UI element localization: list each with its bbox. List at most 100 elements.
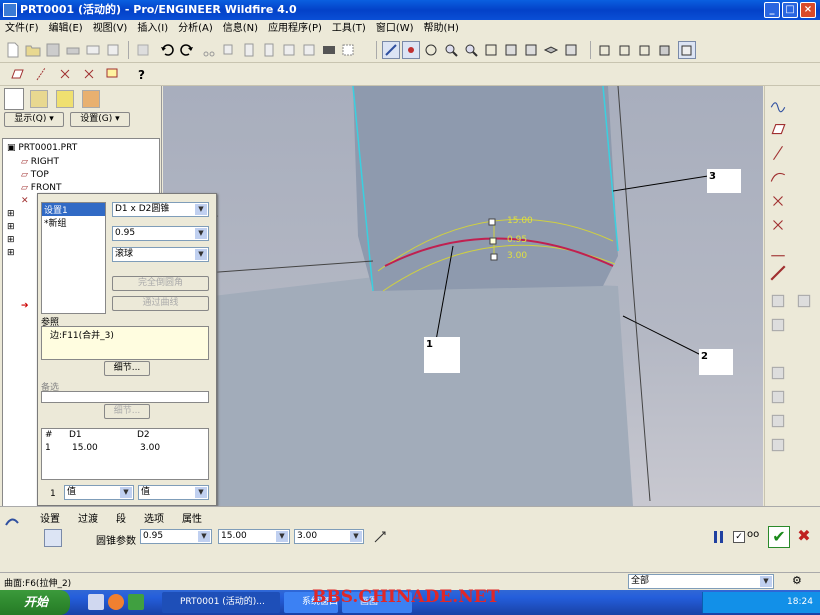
spin-center-icon[interactable] (402, 41, 420, 59)
datum-plane-icon[interactable] (769, 120, 789, 140)
zoom-in-icon[interactable] (442, 41, 460, 59)
point-display-icon[interactable] (56, 65, 74, 83)
transition-mode-icon[interactable] (68, 529, 86, 547)
insert-here-arrow-icon[interactable]: ➔ (21, 301, 29, 311)
menu-file[interactable]: 文件(F) (0, 20, 44, 37)
csys-create-icon[interactable] (769, 216, 789, 236)
analysis-icon[interactable] (769, 240, 789, 260)
menu-tools[interactable]: 工具(T) (327, 20, 371, 37)
graphics-viewport[interactable]: 15.00 0.95 3.00 1 2 3 (163, 86, 763, 506)
task-proe[interactable]: PRT0001 (活动的)... (162, 592, 280, 613)
help-icon[interactable]: ? (134, 65, 152, 83)
settings-dropdown[interactable]: 设置(G) ▾ (70, 112, 130, 127)
reorient-icon[interactable] (502, 41, 520, 59)
wireframe-icon[interactable] (596, 41, 614, 59)
orient-mode-icon[interactable] (422, 41, 440, 59)
paste-icon[interactable] (240, 41, 258, 59)
quicklaunch-icon[interactable] (128, 594, 144, 610)
dimension-d2[interactable]: 3.00 (507, 251, 527, 261)
connections-tab-icon[interactable] (82, 90, 100, 108)
save-icon[interactable] (44, 41, 62, 59)
accept-button[interactable]: ✔ (768, 526, 790, 548)
tree-expand-icon[interactable]: ⊞ (7, 248, 15, 258)
start-button[interactable]: 开始 (0, 590, 70, 615)
extrude-icon[interactable] (769, 264, 789, 284)
tree-item-top[interactable]: ▱ TOP (21, 170, 49, 180)
email-icon[interactable] (84, 41, 102, 59)
d1-select[interactable]: 15.00 (218, 529, 290, 544)
new-set-item[interactable]: *新组 (42, 216, 105, 229)
new-icon[interactable] (4, 41, 22, 59)
flip-direction-icon[interactable] (372, 529, 390, 547)
through-curve-button[interactable]: 通过曲线 (112, 296, 209, 311)
tree-root[interactable]: ▣ PRT0001.PRT (7, 143, 77, 153)
redo-icon[interactable] (178, 41, 196, 59)
tree-expand-icon[interactable]: ⊞ (7, 235, 15, 245)
tab-sets[interactable]: 设置 (40, 510, 60, 525)
search-icon[interactable] (320, 41, 338, 59)
menu-analysis[interactable]: 分析(A) (173, 20, 218, 37)
tab-transitions[interactable]: 过渡 (78, 510, 98, 525)
details-button[interactable]: 细节... (104, 361, 150, 376)
cancel-button[interactable]: ✖ (794, 526, 814, 548)
d2-select[interactable]: 3.00 (294, 529, 364, 544)
select-box-icon[interactable] (340, 41, 358, 59)
references-box[interactable]: 边:F11(合并_3) (41, 326, 209, 360)
datum-point-icon[interactable] (769, 192, 789, 212)
cut-icon[interactable] (200, 41, 218, 59)
tab-pieces[interactable]: 段 (116, 510, 126, 525)
close-button[interactable]: × (800, 2, 816, 18)
refit-icon[interactable] (482, 41, 500, 59)
menu-applications[interactable]: 应用程序(P) (263, 20, 327, 37)
menu-view[interactable]: 视图(V) (88, 20, 133, 37)
rho-value-select[interactable]: 0.95 (112, 226, 209, 241)
tab-properties[interactable]: 属性 (182, 510, 202, 525)
tree-item-right[interactable]: ▱ RIGHT (21, 157, 59, 167)
show-dropdown[interactable]: 显示(Q) ▾ (4, 112, 64, 127)
round-icon[interactable] (769, 364, 789, 384)
paste-special-icon[interactable] (260, 41, 278, 59)
hidden-line-icon[interactable] (616, 41, 634, 59)
axis-display-icon[interactable] (32, 65, 50, 83)
selection-filter-select[interactable]: 全部 (628, 574, 774, 589)
tree-expand-icon[interactable]: ⊞ (7, 209, 15, 219)
datum-curve-icon[interactable] (769, 168, 789, 188)
mirror-icon[interactable] (280, 41, 298, 59)
set-1-item[interactable]: 设置1 (42, 203, 105, 216)
hole-icon[interactable] (769, 316, 789, 336)
layers-icon[interactable] (542, 41, 560, 59)
annotation-display-icon[interactable] (104, 65, 122, 83)
send-icon[interactable] (104, 41, 122, 59)
undo-icon[interactable] (158, 41, 176, 59)
table-d1-value[interactable]: 15.00 (72, 443, 98, 453)
d1-mode-select[interactable]: 值 (64, 485, 134, 500)
show-desktop-icon[interactable] (88, 594, 104, 610)
profile-type-select[interactable]: D1 x D2圆锥 (112, 202, 209, 217)
preview-checkbox[interactable]: ✓ (733, 531, 745, 543)
tab-options[interactable]: 选项 (144, 510, 164, 525)
no-hidden-icon[interactable] (636, 41, 654, 59)
draft-icon[interactable] (769, 412, 789, 432)
regenerate-icon[interactable] (134, 41, 152, 59)
menu-info[interactable]: 信息(N) (218, 20, 263, 37)
status-icon[interactable]: ⚙ (792, 574, 814, 589)
saved-views-icon[interactable] (522, 41, 540, 59)
alternates-box[interactable] (41, 391, 209, 403)
folder-browser-tab-icon[interactable] (30, 90, 48, 108)
open-icon[interactable] (24, 41, 42, 59)
minimize-button[interactable]: _ (764, 2, 780, 18)
menu-edit[interactable]: 编辑(E) (44, 20, 88, 37)
table-d2-value[interactable]: 3.00 (140, 443, 160, 453)
tree-expand-icon[interactable]: ⊞ (7, 222, 15, 232)
view-manager-icon[interactable] (562, 41, 580, 59)
shell-icon[interactable] (769, 436, 789, 456)
tree-item-front[interactable]: ▱ FRONT (21, 183, 62, 193)
cone-param-select[interactable]: 0.95 (140, 529, 212, 544)
chamfer-icon[interactable] (769, 388, 789, 408)
d2-mode-select[interactable]: 值 (138, 485, 209, 500)
sketch-icon[interactable] (769, 96, 789, 116)
full-round-button[interactable]: 完全倒圆角 (112, 276, 209, 291)
menu-window[interactable]: 窗口(W) (371, 20, 419, 37)
datum-axis-icon[interactable] (769, 144, 789, 164)
favorites-tab-icon[interactable] (56, 90, 74, 108)
